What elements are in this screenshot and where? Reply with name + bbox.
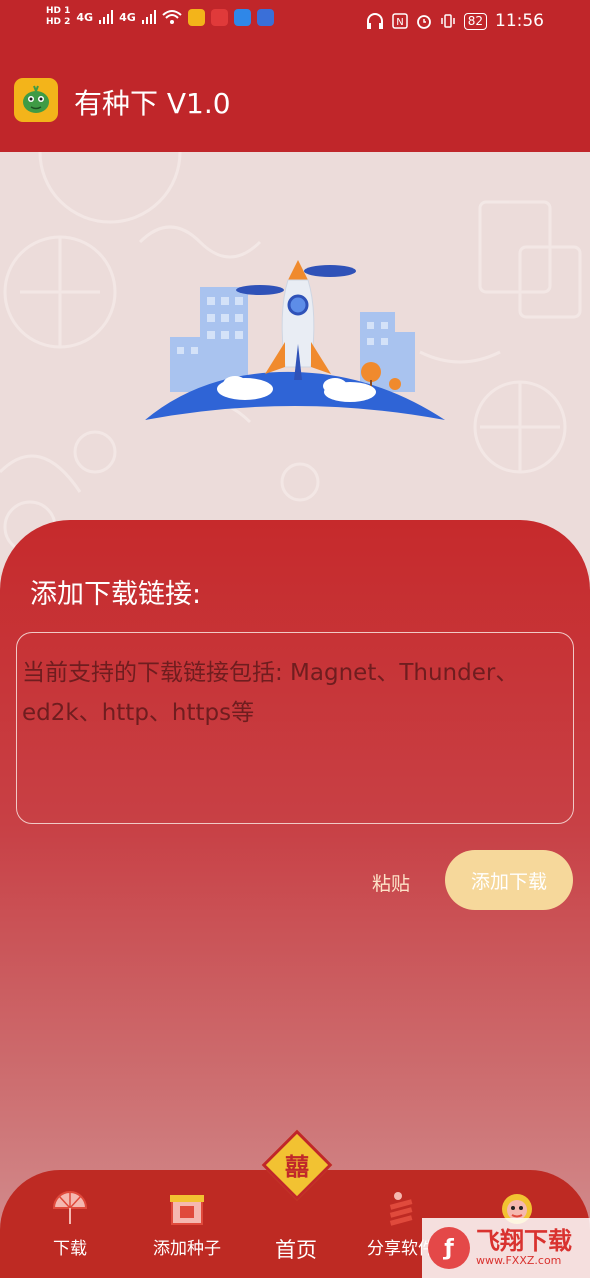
hd-indicator: HD 1 HD 2 xyxy=(46,6,70,28)
status-bar: HD 1 HD 2 4G 4G N 82 11:56 xyxy=(0,0,590,44)
alarm-icon xyxy=(416,15,431,29)
app-title: 有种下 V1.0 xyxy=(74,87,231,120)
section-title: 添加下载链接: xyxy=(30,579,202,610)
double-happiness-icon: 囍 xyxy=(285,1153,309,1181)
watermark-logo-icon: ƒ xyxy=(428,1227,470,1269)
hd1-label: HD 1 xyxy=(46,6,71,16)
paste-button[interactable]: 粘贴 xyxy=(372,869,410,896)
signal-1-label: 4G xyxy=(76,10,94,24)
watermark-brand: 飞翔下载 xyxy=(476,1227,572,1255)
hd2-label: HD 2 xyxy=(46,17,71,27)
hero-illustration xyxy=(0,152,590,572)
download-link-input[interactable]: 当前支持的下载链接包括: Magnet、Thunder、ed2k、http、ht… xyxy=(16,632,574,824)
firecracker-icon xyxy=(389,1192,413,1226)
app-bar: 有种下 V1.0 xyxy=(0,44,590,152)
headphones-icon xyxy=(366,13,383,29)
wifi-icon xyxy=(162,10,182,24)
notification-app-icon xyxy=(187,8,205,26)
notification-search-icon xyxy=(233,8,251,26)
watermark-url: www.FXXZ.com xyxy=(476,1254,562,1267)
svg-text:N: N xyxy=(396,17,403,28)
nav-label-home[interactable]: 首页 xyxy=(256,1234,336,1264)
vibrate-icon xyxy=(440,14,455,28)
site-watermark: ƒ 飞翔下载 www.FXXZ.com xyxy=(422,1218,590,1278)
signal-bars-icon xyxy=(141,10,156,24)
gift-box-icon xyxy=(170,1195,204,1225)
notification-app-icon xyxy=(210,8,228,26)
battery-level: 82 xyxy=(463,12,487,30)
signal-2-label: 4G xyxy=(119,10,136,24)
app-logo-icon xyxy=(14,78,58,122)
nav-label-add-torrent: 添加种子 xyxy=(153,1239,221,1259)
nfc-icon: N xyxy=(391,13,408,29)
add-download-button[interactable]: 添加下载 xyxy=(445,850,573,910)
nav-label-download: 下载 xyxy=(53,1239,87,1259)
notification-app-icon xyxy=(256,8,274,26)
nav-item-download[interactable]: 下载 xyxy=(15,1190,125,1259)
fan-icon xyxy=(52,1191,88,1224)
clock: 11:56 xyxy=(495,11,544,31)
signal-bars-icon xyxy=(99,10,114,24)
nav-item-add-torrent[interactable]: 添加种子 xyxy=(132,1190,242,1259)
rocket-city-illustration xyxy=(145,260,445,420)
